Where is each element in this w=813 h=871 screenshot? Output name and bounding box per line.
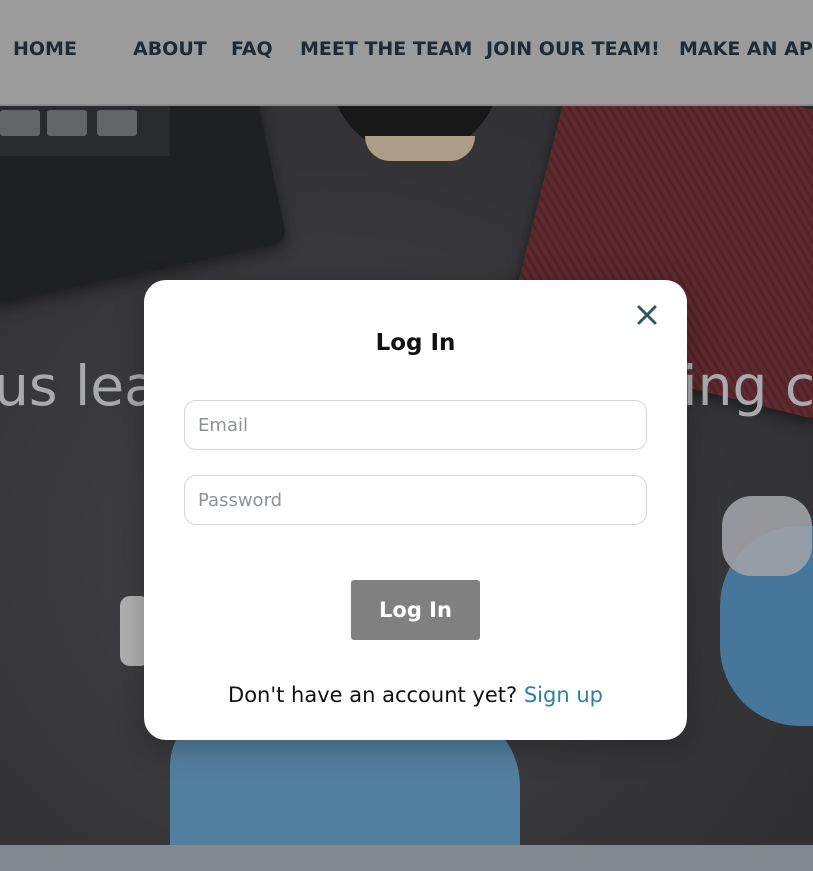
footer-strip bbox=[0, 845, 813, 871]
nav-item-faq[interactable]: FAQ bbox=[231, 38, 273, 60]
login-modal: Log In Log In Don't have an account yet?… bbox=[144, 280, 687, 740]
signup-prompt: Don't have an account yet? bbox=[228, 683, 524, 707]
email-field[interactable] bbox=[184, 400, 647, 450]
nav-item-join-our-team[interactable]: JOIN OUR TEAM! bbox=[486, 38, 660, 60]
nav-item-about[interactable]: ABOUT bbox=[133, 38, 207, 60]
signup-row: Don't have an account yet? Sign up bbox=[144, 683, 687, 707]
nav-item-home[interactable]: HOME bbox=[13, 38, 77, 60]
nav-item-make-an-app[interactable]: MAKE AN APP bbox=[679, 38, 813, 60]
modal-title: Log In bbox=[375, 330, 456, 356]
password-field[interactable] bbox=[184, 475, 647, 525]
top-navbar: HOME ABOUT FAQ MEET THE TEAM JOIN OUR TE… bbox=[0, 0, 813, 106]
signup-link[interactable]: Sign up bbox=[524, 683, 603, 707]
close-button[interactable] bbox=[634, 302, 660, 328]
login-button[interactable]: Log In bbox=[351, 580, 480, 640]
nav-item-meet-the-team[interactable]: MEET THE TEAM bbox=[300, 38, 472, 60]
close-icon bbox=[637, 305, 657, 325]
